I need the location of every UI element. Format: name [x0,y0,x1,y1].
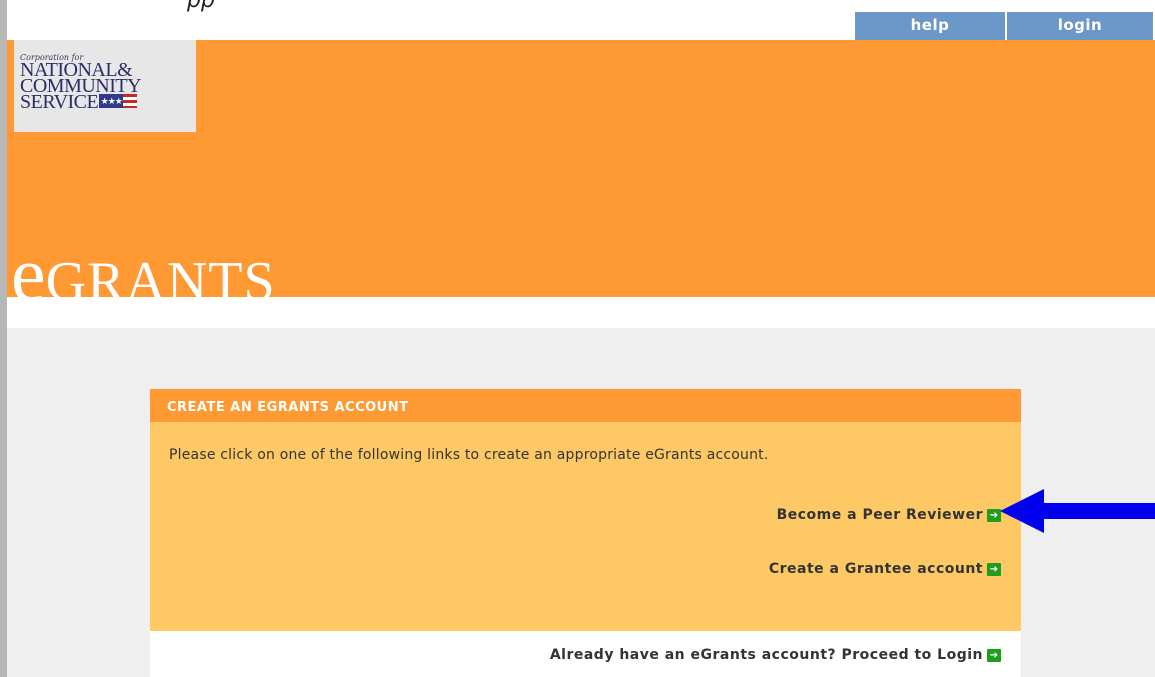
banner-divider [7,297,1155,328]
help-link[interactable]: help [855,12,1007,40]
left-rule [0,0,7,677]
panel-title: CREATE AN EGRANTS ACCOUNT [150,389,1021,422]
arrow-right-icon[interactable]: ➔ [987,562,1001,576]
proceed-to-login-link[interactable]: Already have an eGrants account? Proceed… [550,647,1001,663]
create-account-panel: CREATE AN EGRANTS ACCOUNT Please click o… [150,389,1021,677]
grantee-account-link[interactable]: Create a Grantee account ➔ [769,561,1001,577]
peer-reviewer-link[interactable]: Become a Peer Reviewer ➔ [777,507,1001,523]
logo-line-service: SERVICE ★★★ [20,91,196,113]
stripes-icon [123,94,138,109]
panel-footer: Already have an eGrants account? Proceed… [150,631,1021,677]
main-content: CREATE AN EGRANTS ACCOUNT Please click o… [7,328,1155,677]
panel-body: Please click on one of the following lin… [150,422,1021,631]
flag-icon: ★★★ [99,94,138,109]
login-link[interactable]: login [1007,12,1153,40]
arrow-right-icon[interactable]: ➔ [987,648,1001,662]
grantee-account-label[interactable]: Create a Grantee account [769,561,983,577]
clipped-heading-text: pp [187,0,215,13]
stars-icon: ★★★ [99,94,124,109]
peer-reviewer-label[interactable]: Become a Peer Reviewer [777,507,983,523]
panel-intro-text: Please click on one of the following lin… [169,447,769,463]
top-nav: help login [855,12,1153,40]
cncs-logo: Corporation for NATIONAL& COMMUNITY SERV… [14,40,196,132]
header-banner: Corporation for NATIONAL& COMMUNITY SERV… [7,40,1155,313]
pointer-arrow-icon [1000,489,1155,533]
arrow-right-icon[interactable]: ➔ [987,508,1001,522]
logo-service-text: SERVICE [20,91,99,113]
proceed-to-login-label[interactable]: Already have an eGrants account? Proceed… [550,647,983,663]
